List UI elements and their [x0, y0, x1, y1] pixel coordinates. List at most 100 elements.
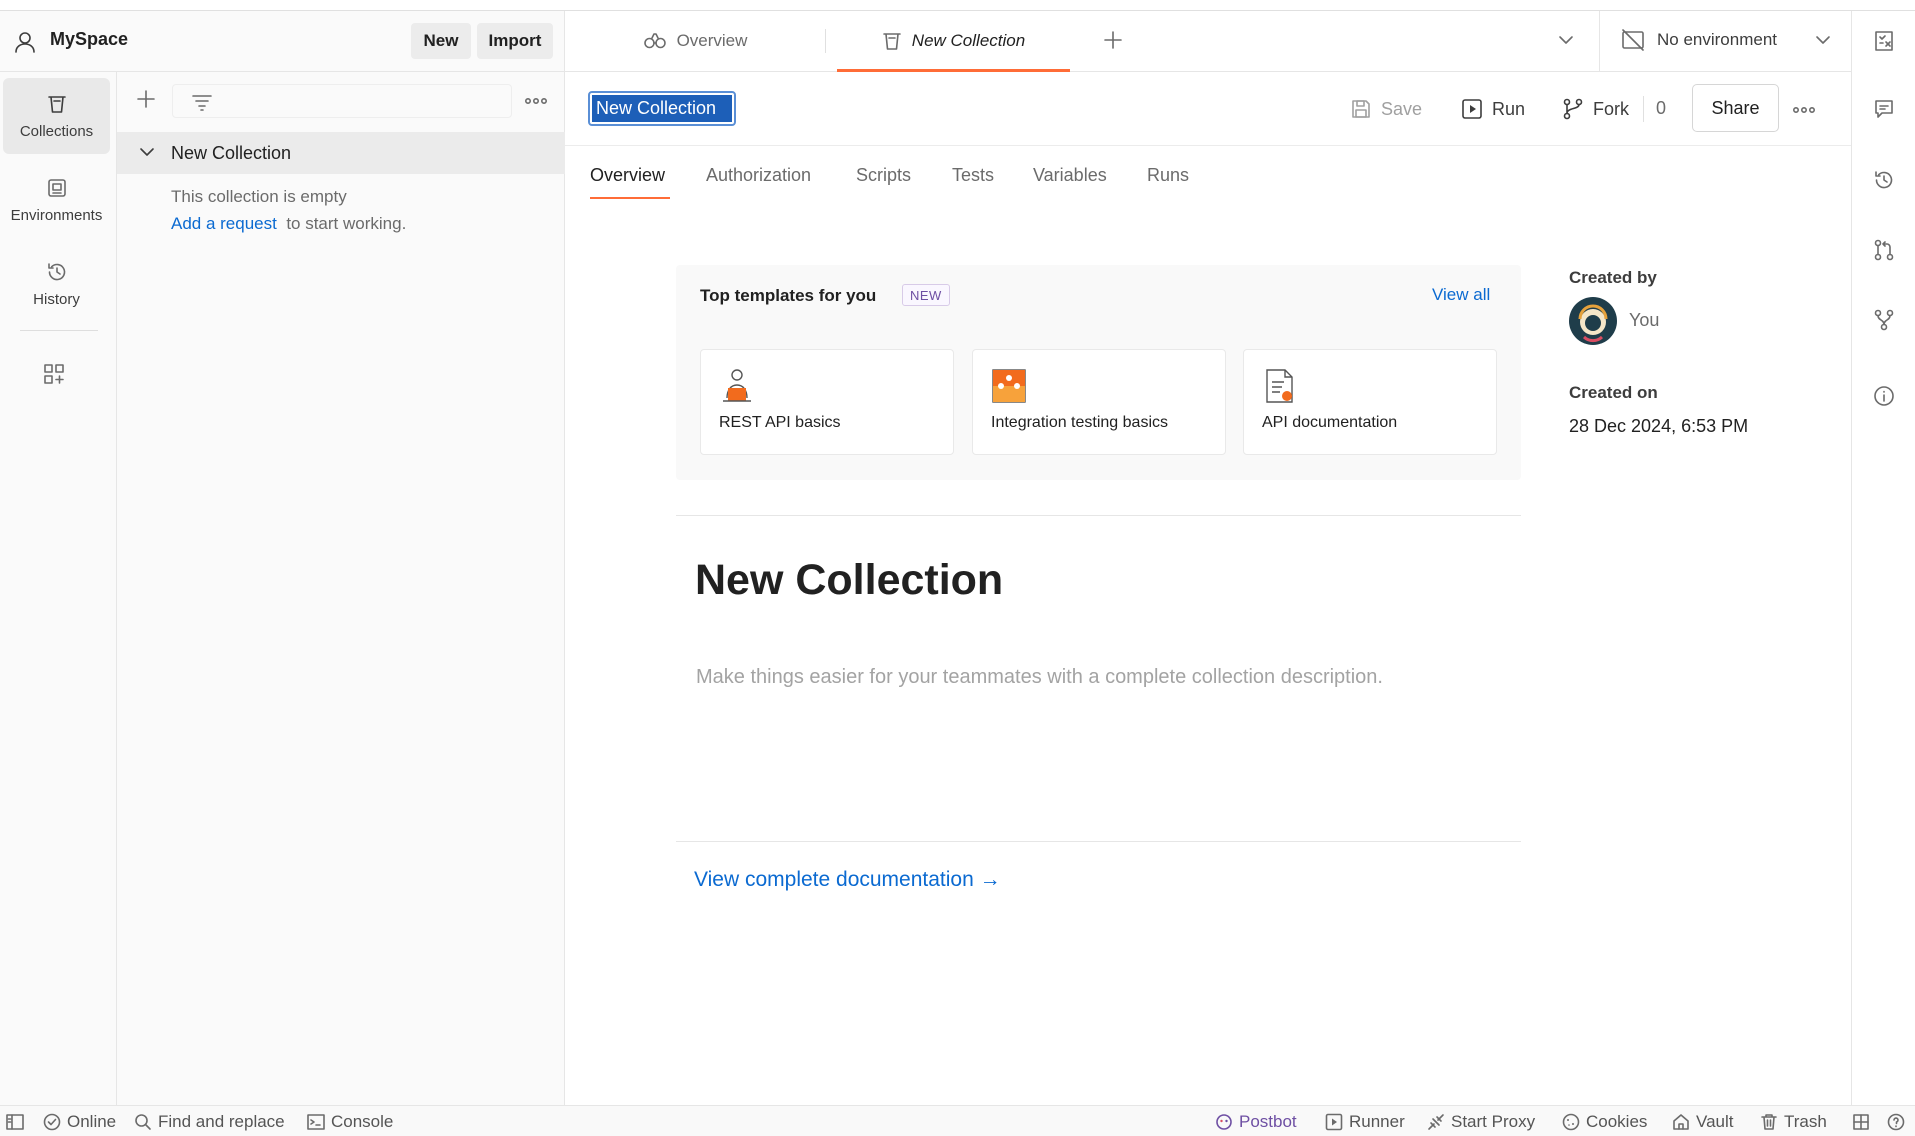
start-proxy-button[interactable]: Start Proxy: [1427, 1110, 1535, 1134]
section-divider: [676, 515, 1521, 516]
chevron-down-icon[interactable]: [139, 146, 155, 158]
subtab-overview[interactable]: Overview: [590, 165, 665, 186]
environment-selector[interactable]: No environment: [1599, 11, 1851, 72]
vault-label: Vault: [1696, 1112, 1734, 1131]
tab-new-collection-label: New Collection: [911, 31, 1026, 50]
layout-icon[interactable]: [1852, 1110, 1870, 1134]
created-on-label: Created on: [1569, 383, 1658, 402]
share-button[interactable]: Share: [1692, 84, 1779, 132]
no-environment-icon: [1621, 29, 1645, 51]
rail-item-history[interactable]: History: [3, 246, 110, 322]
workspace-header: MySpace New Import: [0, 11, 565, 72]
tab-new-collection[interactable]: New Collection: [837, 11, 1070, 71]
collection-name-value: New Collection: [592, 95, 732, 122]
environments-icon: [46, 177, 68, 199]
cookies-button[interactable]: Cookies: [1562, 1110, 1647, 1134]
postbot-label: Postbot: [1239, 1112, 1297, 1131]
rail-label-collections: Collections: [19, 122, 94, 140]
rail-item-environments[interactable]: Environments: [3, 162, 110, 238]
view-all-link[interactable]: View all: [1432, 285, 1490, 305]
subtab-runs[interactable]: Runs: [1147, 165, 1189, 186]
more-actions-icon[interactable]: [1793, 106, 1815, 114]
overview-icon: [643, 32, 667, 50]
subtab-authorization[interactable]: Authorization: [706, 165, 811, 186]
changelog-icon[interactable]: [1873, 169, 1895, 191]
trash-label: Trash: [1784, 1112, 1827, 1131]
start-proxy-label: Start Proxy: [1451, 1112, 1536, 1131]
collection-heading: New Collection: [695, 556, 1004, 604]
collections-sidebar: New Collection This collection is empty …: [117, 72, 565, 1105]
online-status[interactable]: Online: [43, 1110, 116, 1134]
help-icon[interactable]: [1887, 1110, 1905, 1134]
tabs-dropdown-icon[interactable]: [1558, 34, 1574, 46]
fork-label: Fork: [1593, 98, 1629, 119]
rail-item-collections[interactable]: Collections: [3, 78, 110, 154]
import-button[interactable]: Import: [477, 23, 553, 59]
runner-label: Runner: [1349, 1112, 1405, 1131]
add-request-suffix: to start working.: [286, 214, 407, 233]
fork-icon: [1562, 98, 1584, 120]
tab-overview[interactable]: Overview: [565, 11, 825, 71]
subtab-tests[interactable]: Tests: [952, 165, 994, 186]
header-divider: [565, 145, 1851, 146]
new-button[interactable]: New: [411, 23, 471, 59]
description-placeholder[interactable]: Make things easier for your teammates wi…: [696, 666, 1383, 689]
section-divider: [676, 841, 1521, 842]
avatar: [1569, 297, 1617, 345]
templates-title: Top templates for you: [700, 286, 877, 305]
runner-button[interactable]: Runner: [1325, 1110, 1405, 1134]
trash-button[interactable]: Trash: [1760, 1110, 1827, 1134]
fork-count[interactable]: 0: [1656, 98, 1666, 119]
fork-divider: [1643, 96, 1644, 122]
tab-divider: [825, 29, 826, 53]
rail-label-environments: Environments: [10, 206, 103, 224]
collection-icon: [882, 31, 902, 51]
add-request-link[interactable]: Add a request: [171, 214, 277, 233]
template-label: Integration testing basics: [991, 414, 1168, 431]
template-card-rest-api[interactable]: REST API basics: [700, 349, 954, 455]
subtab-variables[interactable]: Variables: [1033, 165, 1107, 186]
view-documentation-link[interactable]: View complete documentation →: [694, 868, 1001, 892]
workspace-name[interactable]: MySpace: [50, 29, 128, 50]
configure-workbench-icon[interactable]: [42, 362, 66, 386]
collection-name-input[interactable]: New Collection: [588, 91, 736, 126]
toggle-sidebar-icon[interactable]: [6, 1110, 24, 1134]
fork-button[interactable]: Fork: [1562, 94, 1629, 124]
status-bar: Online Find and replace Console Postbot …: [0, 1105, 1915, 1136]
created-on-value: 28 Dec 2024, 6:53 PM: [1569, 416, 1749, 436]
rest-api-icon: [719, 368, 755, 404]
template-card-api-documentation[interactable]: API documentation: [1243, 349, 1497, 455]
right-context-rail: [1851, 11, 1915, 1105]
info-icon[interactable]: [1873, 385, 1895, 407]
save-icon: [1350, 98, 1372, 120]
save-button[interactable]: Save: [1350, 94, 1422, 124]
rail-divider: [20, 330, 98, 331]
add-collection-icon[interactable]: [135, 88, 157, 110]
run-label: Run: [1492, 98, 1526, 119]
more-options-icon[interactable]: [525, 97, 547, 105]
proxy-icon: [1427, 1113, 1445, 1131]
template-card-integration-testing[interactable]: Integration testing basics: [972, 349, 1226, 455]
runner-icon: [1325, 1113, 1343, 1131]
top-border: [0, 0, 1915, 11]
comments-icon[interactable]: [1873, 98, 1895, 120]
chevron-down-icon: [1815, 34, 1831, 46]
filter-input[interactable]: [172, 84, 512, 118]
history-icon: [46, 261, 68, 283]
subtab-scripts[interactable]: Scripts: [856, 165, 911, 186]
console-button[interactable]: Console: [307, 1110, 393, 1134]
template-label: API documentation: [1262, 414, 1398, 431]
run-icon: [1461, 98, 1483, 120]
collection-tree-item[interactable]: New Collection: [117, 132, 565, 174]
vault-button[interactable]: Vault: [1672, 1110, 1734, 1134]
new-tab-icon[interactable]: [1102, 29, 1124, 51]
fork-icon[interactable]: [1873, 309, 1895, 331]
creator-name: You: [1629, 310, 1660, 330]
template-label: REST API basics: [719, 414, 841, 431]
pull-requests-icon[interactable]: [1873, 239, 1895, 261]
find-replace-button[interactable]: Find and replace: [134, 1110, 285, 1134]
documentation-toggle-icon[interactable]: [1873, 30, 1895, 52]
user-icon: [14, 31, 36, 53]
run-button[interactable]: Run: [1461, 94, 1525, 124]
postbot-button[interactable]: Postbot: [1215, 1110, 1297, 1134]
